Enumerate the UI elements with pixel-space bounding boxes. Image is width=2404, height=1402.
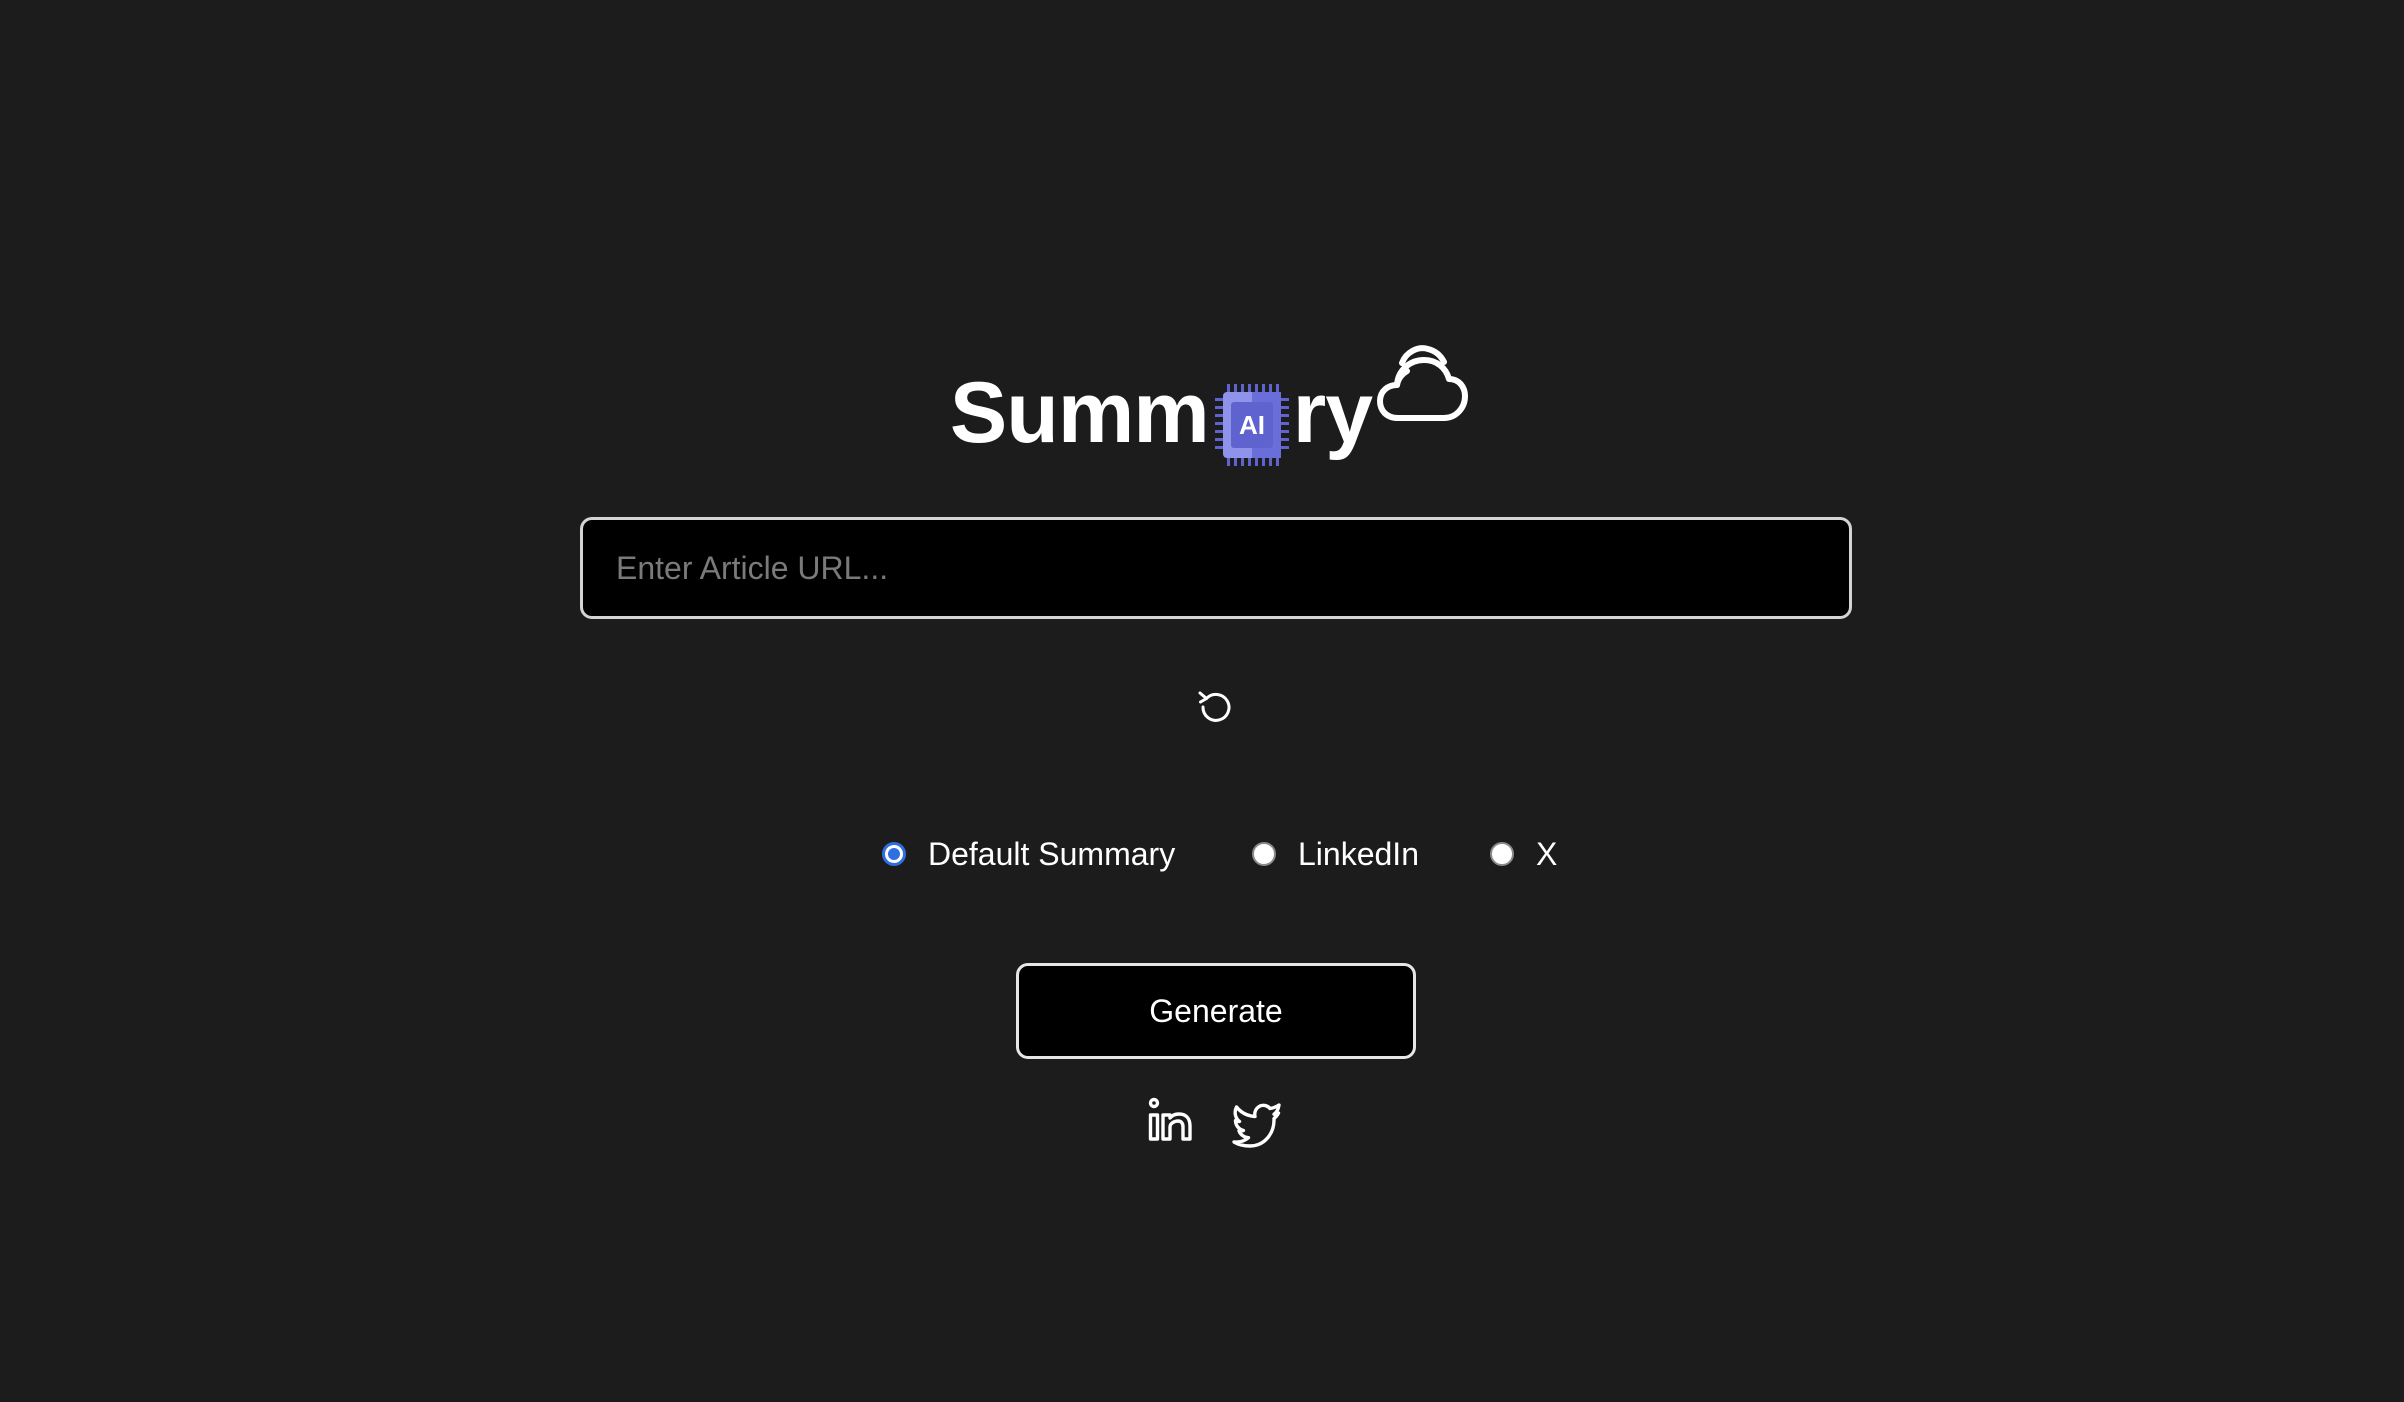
linkedin-radio[interactable] (1252, 842, 1276, 866)
default-summary-label: Default Summary (928, 835, 1176, 872)
url-input-container (580, 517, 1852, 619)
twitter-link[interactable] (1230, 1096, 1284, 1150)
cloud-icon (1376, 344, 1469, 430)
logo-wordmark: Summ AI ry (949, 340, 1469, 470)
ai-chip-icon: AI (1214, 384, 1289, 466)
article-url-input[interactable] (583, 520, 1849, 616)
linkedin-link[interactable] (1144, 1096, 1198, 1150)
generate-button[interactable]: Generate (1016, 963, 1416, 1059)
summary-type-radio-group: Default Summary LinkedIn X (0, 832, 2404, 876)
logo-text-prefix: Summ (949, 365, 1210, 461)
linkedin-icon (1148, 1097, 1192, 1141)
reset-button[interactable] (1196, 686, 1236, 726)
x-radio[interactable] (1490, 842, 1514, 866)
option-default-summary[interactable]: Default Summary (882, 832, 1175, 876)
linkedin-label: LinkedIn (1298, 835, 1419, 872)
option-x[interactable]: X (1490, 832, 1557, 876)
app-logo: Summ AI ry (0, 340, 2404, 470)
default-summary-radio[interactable] (882, 842, 906, 866)
reset-icon (1198, 691, 1231, 722)
twitter-icon (1232, 1103, 1281, 1148)
app-root: Summ AI ry Enter Article URL... Default … (0, 0, 2404, 1402)
logo-text-suffix: ry (1292, 365, 1373, 461)
option-linkedin[interactable]: LinkedIn (1252, 832, 1419, 876)
x-label: X (1536, 835, 1558, 872)
chip-label: AI (1239, 410, 1265, 440)
